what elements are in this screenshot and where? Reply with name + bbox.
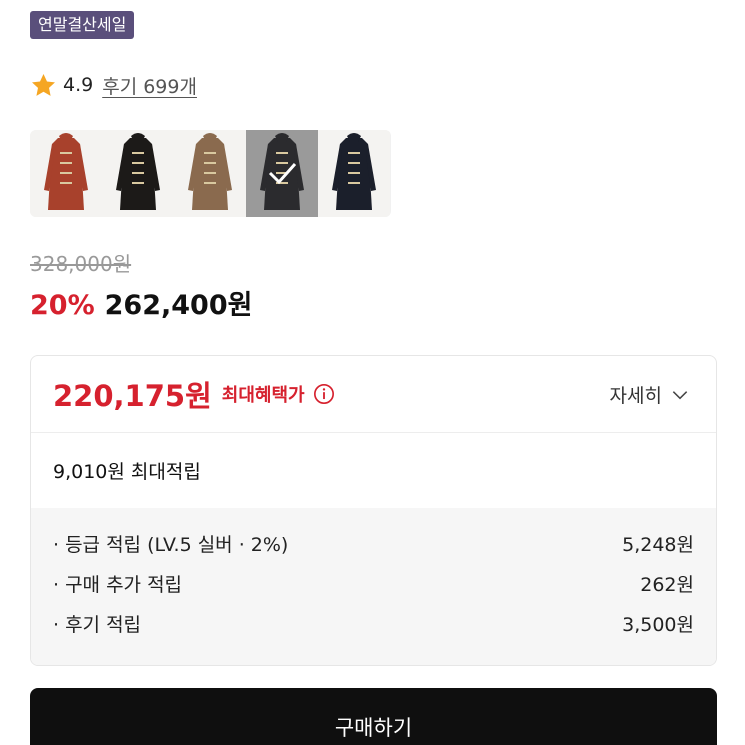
points-label: · 등급 적립 (LV.5 실버 · 2%) — [53, 534, 289, 556]
points-label: · 후기 적립 — [53, 614, 142, 636]
original-price: 328,000원 — [30, 252, 132, 276]
points-row: · 후기 적립 3,500원 — [53, 610, 694, 650]
swatch-camel[interactable] — [174, 130, 246, 217]
max-points: 9,010원 최대적립 — [53, 461, 201, 483]
info-icon[interactable] — [313, 383, 335, 405]
chevron-down-icon — [662, 385, 690, 405]
swatch-black[interactable] — [102, 130, 174, 217]
reviews-link[interactable]: 후기 699개 — [102, 72, 197, 99]
sale-price-row: 20% 262,400원 — [30, 283, 252, 322]
rating-score: 4.9 — [63, 74, 94, 96]
swatch-charcoal[interactable] — [246, 130, 318, 217]
points-value: 262원 — [640, 574, 694, 596]
discount-percent: 20% — [30, 290, 95, 321]
rating-row: 4.9 후기 699개 — [30, 70, 197, 100]
sale-price: 262,400원 — [104, 290, 253, 321]
points-breakdown: · 등급 적립 (LV.5 실버 · 2%) 5,248원 · 구매 추가 적립… — [31, 508, 716, 665]
points-row: · 등급 적립 (LV.5 실버 · 2%) 5,248원 — [53, 530, 694, 570]
buy-button[interactable]: 구매하기 — [30, 688, 717, 745]
details-toggle[interactable]: 자세히 — [610, 356, 690, 433]
points-label: · 구매 추가 적립 — [53, 574, 183, 596]
check-icon — [268, 163, 297, 185]
swatch-red[interactable] — [30, 130, 102, 217]
color-swatches — [30, 130, 391, 217]
benefit-header: 220,175원 최대혜택가 자세히 — [31, 356, 716, 433]
details-label: 자세히 — [609, 385, 662, 407]
sale-badge: 연말결산세일 — [30, 11, 135, 39]
swatch-navy[interactable] — [318, 130, 390, 217]
max-benefit-price: 220,175원 — [53, 379, 212, 413]
benefit-card: 220,175원 최대혜택가 자세히 9,010원 최대적립 · 등급 적립 (… — [30, 355, 717, 666]
points-value: 3,500원 — [622, 614, 694, 636]
star-icon — [30, 72, 57, 99]
max-benefit-label: 최대혜택가 — [221, 385, 305, 406]
points-row: · 구매 추가 적립 262원 — [53, 570, 694, 610]
points-value: 5,248원 — [622, 534, 694, 556]
